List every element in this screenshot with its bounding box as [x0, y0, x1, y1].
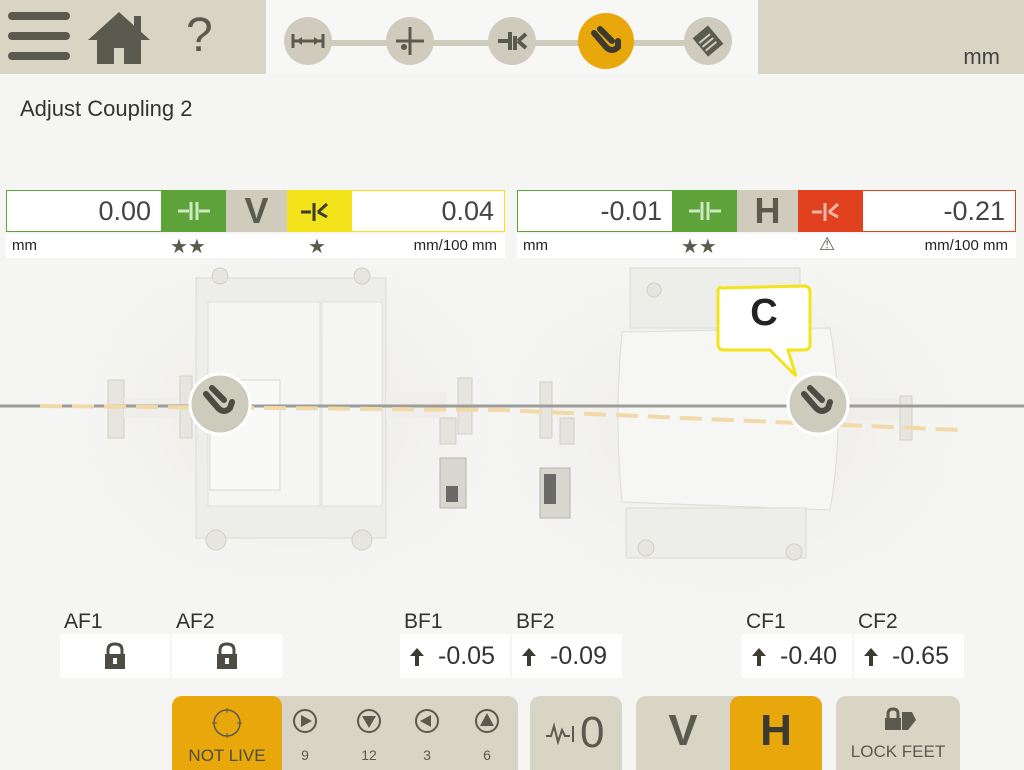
v-button[interactable]: V	[636, 706, 730, 756]
horizontal-offset-unit: mm	[523, 237, 548, 254]
vertical-offset-unit: mm	[12, 237, 37, 254]
clock-9-button[interactable]: 9	[292, 708, 318, 763]
foot-bf1[interactable]: -0.05	[400, 634, 510, 678]
lock-feet-label: LOCK FEET	[850, 742, 946, 761]
clock-9-icon	[293, 709, 317, 733]
offset-icon	[162, 190, 226, 232]
lock-feet-icon	[885, 707, 916, 730]
clock-12-button[interactable]: 12	[356, 708, 382, 763]
zero-button[interactable]: 0	[530, 696, 622, 770]
horizontal-angle-value: -0.21	[862, 190, 1016, 232]
clock-6-label: 6	[483, 747, 491, 763]
warning-icon: ⚠	[819, 234, 836, 254]
live-clock-panel: NOT LIVE 9 12 3 6	[172, 696, 518, 770]
clock-3-icon	[415, 709, 439, 733]
horizontal-offset-quality: ★★	[681, 236, 717, 258]
arrow-up-icon	[522, 648, 536, 666]
result-step-icon[interactable]	[488, 17, 536, 65]
not-live-button[interactable]: NOT LIVE	[172, 696, 282, 770]
machine-train-view: C	[0, 248, 1024, 598]
clock-9-label: 9	[301, 747, 309, 763]
vertical-offset-value: 0.00	[6, 190, 162, 232]
zero-button-bg	[530, 696, 622, 770]
lock-feet-button[interactable]: LOCK FEET	[836, 696, 960, 770]
foot-cf2[interactable]: -0.65	[854, 634, 964, 678]
steps	[266, 0, 758, 74]
horizontal-angle-unit: mm/100 mm	[924, 237, 1008, 254]
clock-12-label: 12	[361, 747, 377, 763]
adjust-coupling-step-icon[interactable]	[578, 13, 634, 69]
foot-cf1-label: CF1	[746, 610, 786, 633]
help-icon[interactable]: ?	[186, 8, 213, 63]
foot-bf1-value: -0.05	[438, 642, 495, 670]
angle-icon	[287, 190, 351, 232]
foot-af1-label: AF1	[64, 610, 103, 633]
foot-af2[interactable]	[172, 634, 282, 678]
clock-6-button[interactable]: 6	[474, 708, 500, 763]
clock-12-icon	[357, 709, 381, 733]
horizontal-sub: mm ★★ ⚠ mm/100 mm	[517, 234, 1016, 258]
zero-signal-icon	[546, 722, 574, 746]
vertical-angle-quality: ★	[308, 236, 326, 258]
vh-toggle: V H	[636, 696, 822, 770]
foot-bf1-label: BF1	[404, 610, 443, 633]
h-button[interactable]: H	[730, 706, 822, 756]
clock-3-button[interactable]: 3	[414, 708, 440, 763]
foot-bf2-label: BF2	[516, 610, 555, 633]
clock-6-icon	[475, 709, 499, 733]
foot-cf2-value: -0.65	[892, 642, 949, 670]
clock-3-label: 3	[423, 747, 431, 763]
unit-label: mm	[963, 44, 1000, 69]
foot-af2-label: AF2	[176, 610, 215, 633]
top-bar: ? mm	[0, 0, 1024, 74]
lock-icon	[217, 642, 237, 669]
measure-step-icon[interactable]	[386, 17, 434, 65]
arrow-up-icon	[864, 648, 878, 666]
foot-af1[interactable]	[60, 634, 170, 678]
lock-icon	[105, 642, 125, 669]
report-step-icon[interactable]	[684, 17, 732, 65]
dimensions-step-icon[interactable]	[284, 17, 332, 65]
vertical-label: V	[226, 190, 287, 232]
vertical-angle-unit: mm/100 mm	[413, 237, 497, 254]
not-live-label: NOT LIVE	[188, 746, 266, 765]
coupling-marker-c	[786, 372, 850, 436]
foot-bf2[interactable]: -0.09	[512, 634, 622, 678]
foot-cf1[interactable]: -0.40	[742, 634, 852, 678]
page-title: Adjust Coupling 2	[20, 96, 193, 121]
horizontal-offset-value: -0.01	[517, 190, 673, 232]
vertical-offset-quality: ★★	[170, 236, 206, 258]
arrow-up-icon	[410, 648, 424, 666]
horizontal-label: H	[737, 190, 798, 232]
vertical-sub: mm ★★ ★ mm/100 mm	[6, 234, 505, 258]
live-icon	[212, 708, 242, 738]
arrow-up-icon	[752, 648, 766, 666]
home-icon[interactable]	[84, 8, 154, 68]
zero-label: 0	[580, 708, 605, 757]
coupling-marker-a	[188, 372, 252, 436]
foot-bf2-value: -0.09	[550, 642, 607, 670]
menu-icon[interactable]	[8, 10, 72, 64]
vertical-angle-value: 0.04	[351, 190, 505, 232]
callout-label: C	[750, 292, 778, 334]
angle-icon	[798, 190, 862, 232]
offset-icon	[673, 190, 737, 232]
foot-cf2-label: CF2	[858, 610, 898, 633]
foot-cf1-value: -0.40	[780, 642, 837, 670]
